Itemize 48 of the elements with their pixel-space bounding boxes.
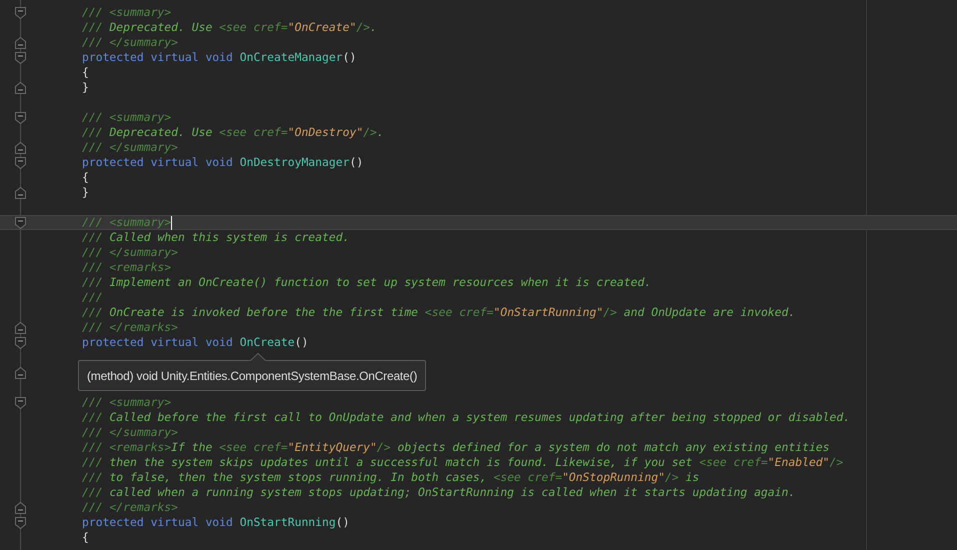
code-line: protected virtual void OnStartRunning(): [82, 515, 350, 530]
fold-marker-icon[interactable]: [15, 322, 26, 334]
code-line: /// <remarks>: [82, 260, 172, 275]
code-line: /// <summary>: [82, 5, 172, 20]
fold-marker-icon[interactable]: [15, 82, 26, 94]
code-line: {: [82, 65, 89, 80]
fold-marker-icon[interactable]: [15, 186, 26, 198]
code-line: /// <summary>: [82, 215, 172, 230]
code-line: }: [82, 80, 89, 95]
fold-marker-icon[interactable]: [15, 156, 26, 168]
fold-marker-icon[interactable]: [15, 516, 26, 528]
code-line: protected virtual void OnCreateManager(): [82, 50, 356, 65]
code-line: /// <summary>: [82, 395, 172, 410]
code-line: /// called when a running system stops updating; OnStartRunning is called when it starts updating again.: [82, 485, 796, 500]
fold-marker-icon[interactable]: [15, 6, 26, 18]
code-line: /// Called when this system is created.: [82, 230, 350, 245]
text-caret: [171, 216, 172, 230]
code-line: /// Deprecated. Use <see cref="OnCreate"/>.: [82, 20, 377, 35]
code-line: /// <remarks>If the <see cref="EntityQuery"/> objects defined for a system do not match any existing entities: [82, 440, 830, 455]
fold-marker-icon[interactable]: [15, 366, 26, 378]
code-line: /// Deprecated. Use <see cref="OnDestroy"/>.: [82, 125, 384, 140]
code-line: /// </summary>: [82, 245, 178, 260]
code-line: protected virtual void OnCreate(): [82, 335, 308, 350]
code-line: /// </remarks>: [82, 320, 178, 335]
code-line: /// </summary>: [82, 425, 178, 440]
code-line: /// to false, then the system stops running. In both cases, <see cref="OnStopRunning"/> is: [82, 470, 700, 485]
code-line: /// Implement an OnCreate() function to set up system resources when it is created.: [82, 275, 652, 290]
fold-marker-icon[interactable]: [15, 36, 26, 48]
code-line: /// OnCreate is invoked before the the first time <see cref="OnStartRunning"/> and OnUpdate are invoked.: [82, 305, 796, 320]
fold-marker-icon[interactable]: [15, 112, 26, 124]
code-line: }: [82, 185, 89, 200]
code-line: {: [82, 170, 89, 185]
code-line: /// Called before the first call to OnUpdate and when a system resumes updating after being stopped or disabled.: [82, 410, 850, 425]
fold-marker-icon[interactable]: [15, 216, 26, 228]
code-line: /// </remarks>: [82, 500, 178, 515]
code-line: protected virtual void OnDestroyManager(): [82, 155, 364, 170]
tooltip-pointer: [250, 353, 266, 361]
code-line: {: [82, 530, 89, 545]
code-line: /// <summary>: [82, 110, 172, 125]
code-line: /// </summary>: [82, 35, 178, 50]
fold-marker-icon[interactable]: [15, 336, 26, 348]
code-line: /// </summary>: [82, 140, 178, 155]
fold-marker-icon[interactable]: [15, 142, 26, 154]
fold-marker-icon[interactable]: [15, 502, 26, 514]
code-line: /// then the system skips updates until a successful match is found. Likewise, if you set <see cref="Enabled"/>: [82, 455, 844, 470]
fold-marker-icon[interactable]: [15, 396, 26, 408]
fold-marker-icon[interactable]: [15, 52, 26, 64]
code-line: ///: [82, 290, 103, 305]
